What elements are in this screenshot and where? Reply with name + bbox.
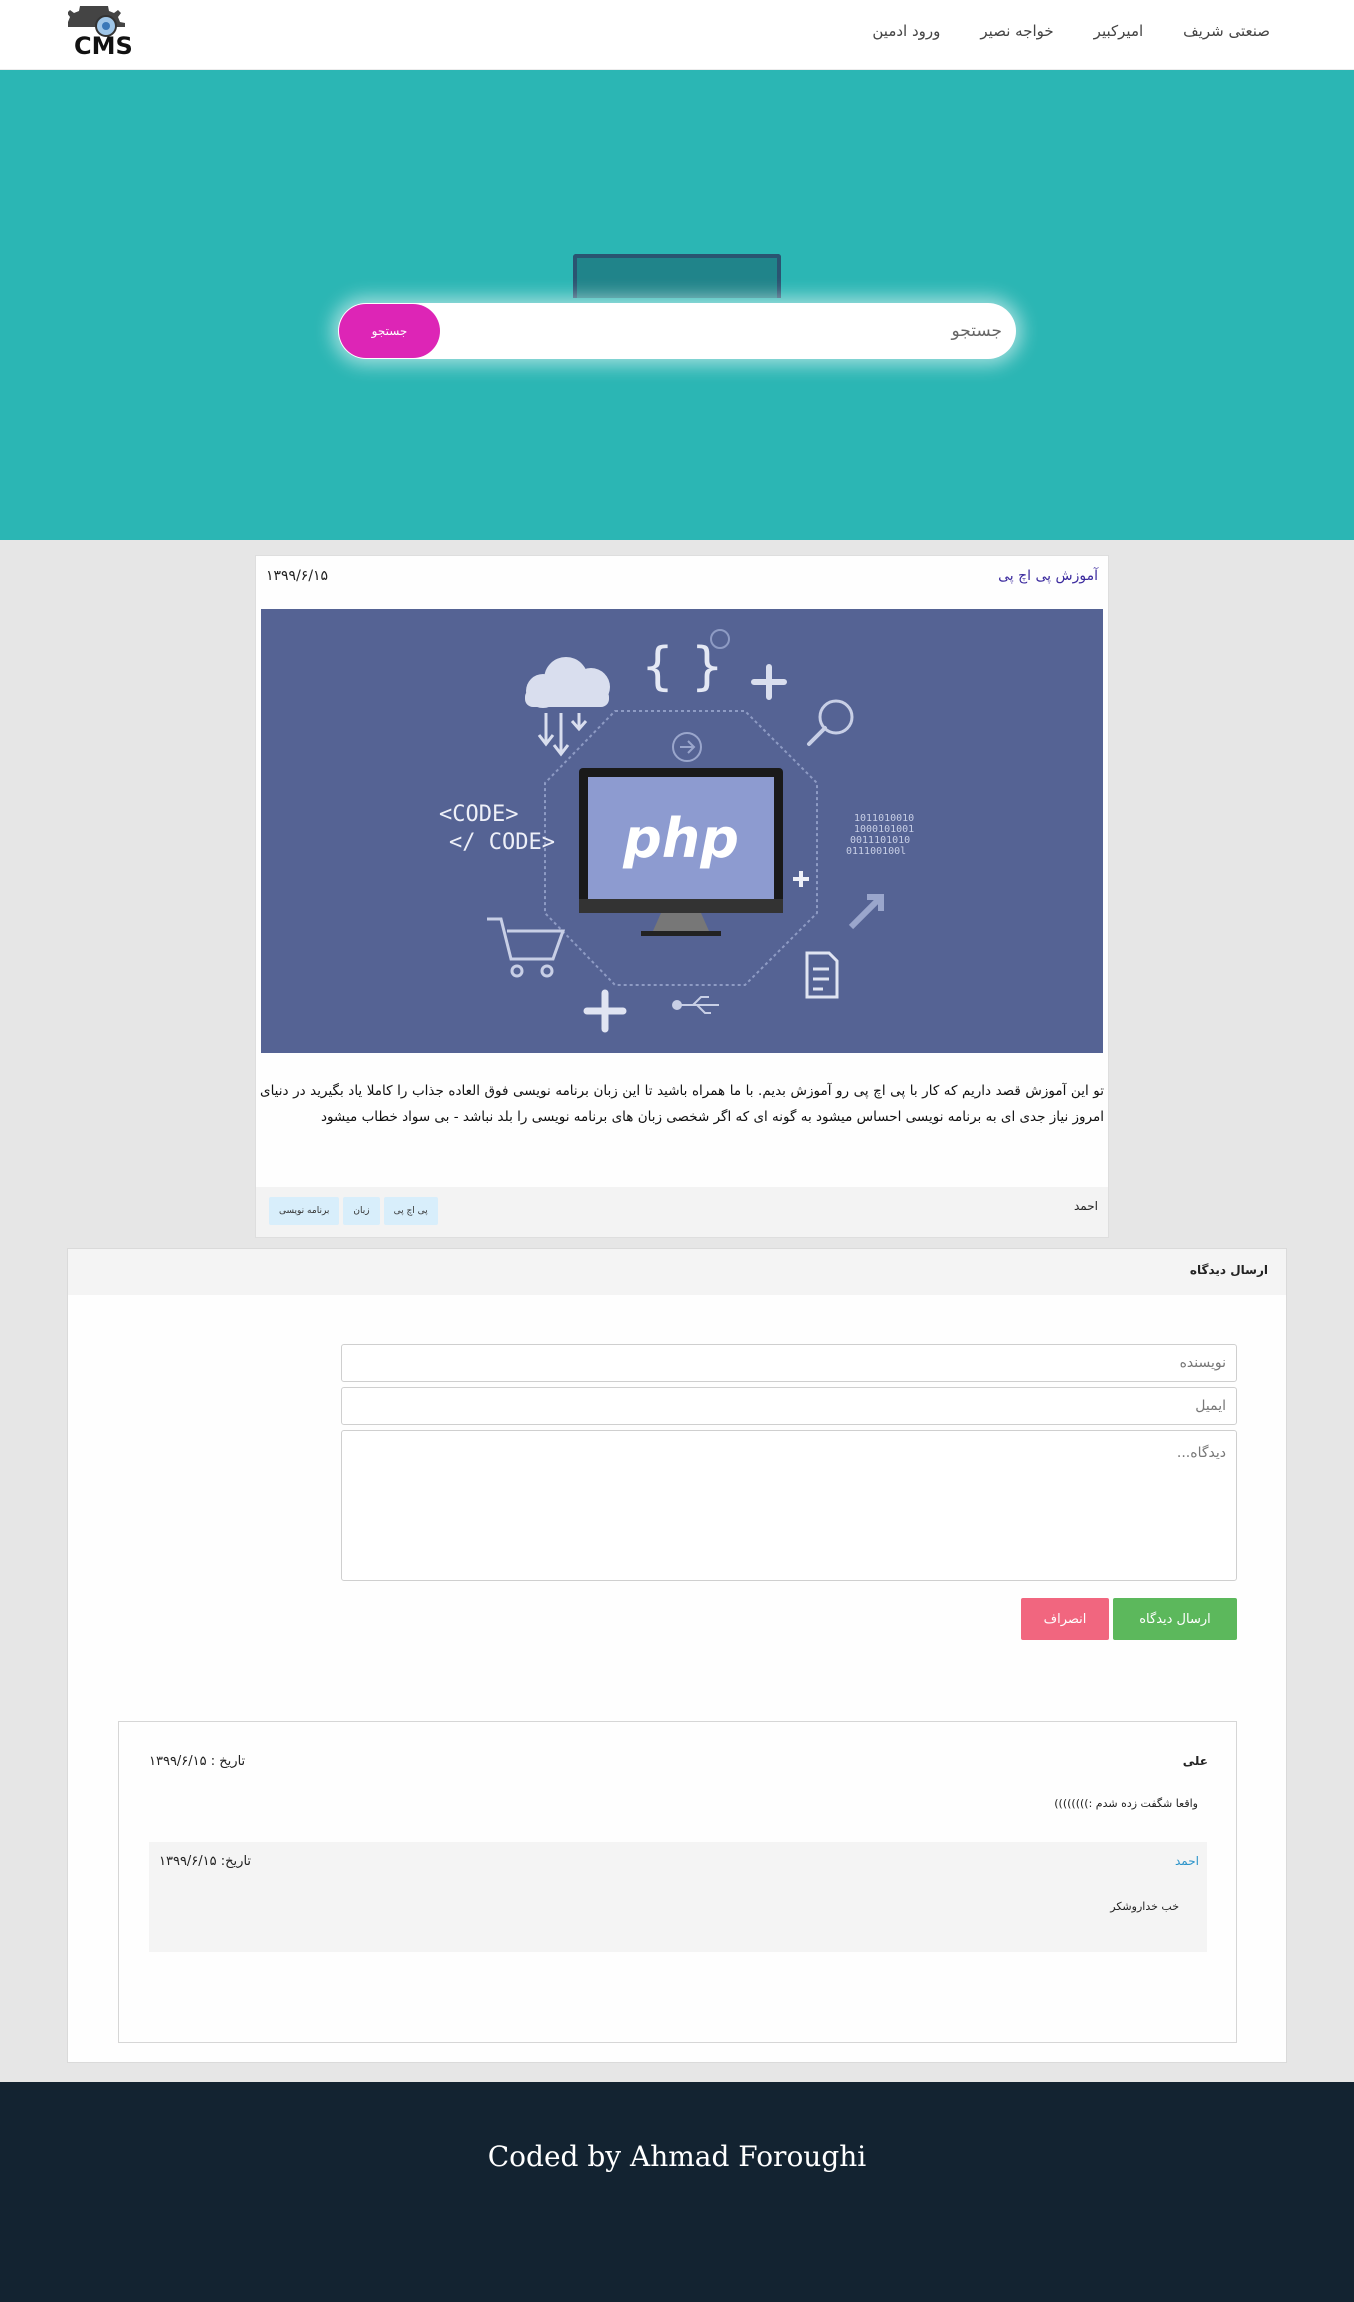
php-illustration: { } <CODE> </ CODE> 1011010010 100010100…	[261, 609, 1103, 1053]
post-body: تو این آموزش قصد داریم که کار با پی اچ پ…	[260, 1083, 1104, 1125]
nav-links: صنعتی شریف امیرکبیر خواجه نصیر ورود ادمی…	[872, 22, 1270, 40]
comment-item: علی تاریخ : ۱۳۹۹/۶/۱۵ واقعا شگفت زده شدم…	[118, 1721, 1237, 2043]
nav-link-amirkabir[interactable]: امیرکبیر	[1094, 22, 1143, 40]
hero-banner: جستجو	[0, 70, 1354, 540]
cancel-button[interactable]: انصراف	[1021, 1598, 1109, 1640]
hero-monitor-illustration	[573, 254, 781, 298]
navbar: CMS صنعتی شریف امیرکبیر خواجه نصیر ورود …	[0, 0, 1354, 70]
comment-date: تاریخ : ۱۳۹۹/۶/۱۵	[149, 1754, 246, 1769]
tag-list: برنامه نویسی زبان پی اچ پی	[269, 1197, 438, 1225]
post-title[interactable]: آموزش پی اچ پی	[998, 568, 1098, 584]
search-input[interactable]	[442, 311, 1002, 351]
comment-text: واقعا شگفت زده شدم :))))))))	[1054, 1797, 1198, 1810]
svg-text:011100100l: 011100100l	[846, 846, 906, 857]
nav-link-admin-login[interactable]: ورود ادمین	[872, 22, 940, 40]
post-header: آموزش پی اچ پی ۱۳۹۹/۶/۱۵	[256, 556, 1108, 606]
comments-panel: ارسال دیدگاه ارسال دیدگاه انصراف علی تار…	[67, 1248, 1287, 2063]
nav-link-sharif[interactable]: صنعتی شریف	[1183, 22, 1270, 40]
svg-text:</ CODE>: </ CODE>	[449, 830, 555, 855]
comment-reply: احمد تاریخ: ۱۳۹۹/۶/۱۵ خب خداروشکر	[149, 1842, 1207, 1952]
footer-credit: Coded by Ahmad Foroughi	[487, 2140, 867, 2173]
reply-text: خب خداروشکر	[1110, 1900, 1179, 1913]
svg-text:1000101001: 1000101001	[854, 824, 914, 835]
reply-date: تاریخ: ۱۳۹۹/۶/۱۵	[159, 1854, 252, 1869]
php-label: php	[622, 807, 739, 870]
svg-text:{ }: { }	[641, 637, 724, 697]
send-comment-button[interactable]: ارسال دیدگاه	[1113, 1598, 1237, 1640]
cms-logo[interactable]: CMS	[68, 4, 140, 62]
tag-language[interactable]: زبان	[343, 1197, 380, 1225]
svg-text:0011101010: 0011101010	[850, 835, 910, 846]
tag-php[interactable]: پی اچ پی	[383, 1197, 438, 1225]
search-button[interactable]: جستجو	[339, 304, 440, 358]
search-bar: جستجو	[338, 303, 1016, 359]
reply-author[interactable]: احمد	[1175, 1854, 1199, 1868]
logo-text: CMS	[74, 32, 133, 60]
svg-text:1011010010: 1011010010	[854, 813, 914, 824]
comment-textarea[interactable]	[341, 1430, 1237, 1581]
tag-programming[interactable]: برنامه نویسی	[269, 1197, 340, 1225]
post-author: احمد	[1074, 1199, 1098, 1213]
email-field[interactable]	[341, 1387, 1237, 1425]
author-field[interactable]	[341, 1344, 1237, 1382]
post-footer: احمد برنامه نویسی زبان پی اچ پی	[256, 1187, 1108, 1237]
comments-header-title: ارسال دیدگاه	[1189, 1263, 1268, 1277]
svg-text:<CODE>: <CODE>	[439, 802, 518, 827]
comments-header: ارسال دیدگاه	[68, 1249, 1286, 1295]
nav-link-khajeh-nasir[interactable]: خواجه نصیر	[980, 22, 1053, 40]
post-card: آموزش پی اچ پی ۱۳۹۹/۶/۱۵ { } <CODE> </ C…	[255, 555, 1109, 1238]
post-image: { } <CODE> </ CODE> 1011010010 100010100…	[261, 609, 1103, 1053]
comment-author: علی	[1182, 1754, 1208, 1768]
post-date: ۱۳۹۹/۶/۱۵	[266, 568, 329, 584]
footer: Coded by Ahmad Foroughi	[0, 2082, 1354, 2302]
monitor-icon: php	[579, 768, 783, 936]
